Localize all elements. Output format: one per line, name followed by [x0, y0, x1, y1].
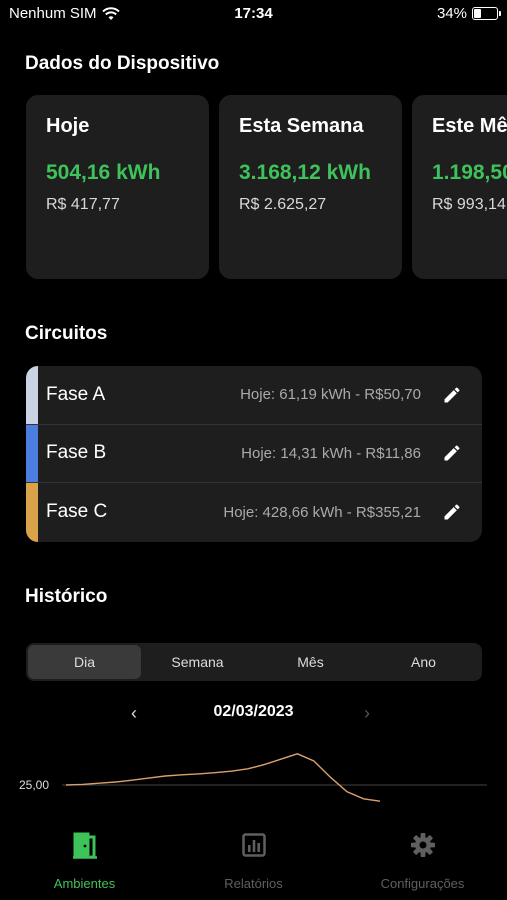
card-kwh: 1.198,50 kWh	[432, 161, 507, 184]
pencil-icon[interactable]	[442, 443, 462, 463]
history-period-tabs: Dia Semana Mês Ano	[26, 643, 482, 681]
y-axis-label: 25,00	[19, 778, 49, 792]
status-bar: Nenhum SIM 17:34 34%	[0, 0, 507, 28]
door-icon	[72, 832, 97, 859]
circuit-row-fase-a[interactable]: Fase A Hoje: 61,19 kWh - R$50,70	[26, 366, 482, 425]
nav-ambientes[interactable]: Ambientes	[0, 815, 169, 900]
tab-ano[interactable]: Ano	[367, 645, 480, 679]
circuits-list: Fase A Hoje: 61,19 kWh - R$50,70 Fase B …	[26, 366, 482, 542]
card-cost: R$ 417,77	[46, 196, 120, 213]
nav-configuracoes[interactable]: Configurações	[338, 815, 507, 900]
circuit-name: Fase A	[46, 383, 106, 405]
card-title: Hoje	[46, 115, 90, 137]
bottom-tab-bar: Ambientes Relatórios Configurações	[0, 815, 507, 900]
card-kwh: 504,16 kWh	[46, 161, 161, 184]
circuit-name: Fase C	[46, 501, 108, 523]
card-this-month[interactable]: Este Mês 1.198,50 kWh R$ 993,14	[412, 95, 507, 279]
battery-icon	[472, 7, 501, 20]
history-line-chart: 25,00	[19, 753, 487, 802]
selected-date: 02/03/2023	[213, 703, 294, 720]
circuit-row-fase-c[interactable]: Fase C Hoje: 428,66 kWh - R$355,21	[26, 483, 482, 542]
circuit-today-info: Hoje: 428,66 kWh - R$355,21	[223, 503, 421, 521]
report-chart-icon	[241, 833, 266, 857]
date-navigator: ‹ 02/03/2023 ›	[0, 700, 507, 726]
status-right: 34%	[436, 5, 501, 22]
summary-cards[interactable]: Hoje 504,16 kWh R$ 417,77 Esta Semana 3.…	[26, 95, 507, 279]
circuit-row-fase-b[interactable]: Fase B Hoje: 14,31 kWh - R$11,86	[26, 424, 482, 484]
battery-percent: 34%	[436, 5, 467, 22]
nav-relatorios[interactable]: Relatórios	[169, 815, 338, 900]
tab-dia[interactable]: Dia	[28, 645, 141, 679]
status-time: 17:34	[234, 5, 273, 22]
card-kwh: 3.168,12 kWh	[239, 161, 371, 184]
phase-color-bar	[26, 483, 38, 542]
card-this-week[interactable]: Esta Semana 3.168,12 kWh R$ 2.625,27	[219, 95, 402, 279]
card-today[interactable]: Hoje 504,16 kWh R$ 417,77	[26, 95, 209, 279]
card-title: Esta Semana	[239, 115, 364, 137]
card-cost: R$ 2.625,27	[239, 196, 327, 213]
tab-semana[interactable]: Semana	[141, 645, 254, 679]
device-section-title: Dados do Dispositivo	[25, 53, 220, 74]
circuit-name: Fase B	[46, 442, 107, 464]
nav-label: Relatórios	[224, 876, 283, 891]
pencil-icon[interactable]	[442, 502, 462, 522]
phase-color-bar	[26, 424, 38, 483]
consumption-line	[65, 753, 381, 802]
circuit-today-info: Hoje: 14,31 kWh - R$11,86	[241, 444, 421, 462]
tab-mes[interactable]: Mês	[254, 645, 367, 679]
card-title: Este Mês	[432, 115, 507, 137]
gear-icon	[410, 833, 435, 857]
circuit-today-info: Hoje: 61,19 kWh - R$50,70	[240, 386, 421, 404]
battery-fill	[474, 9, 482, 18]
pencil-icon[interactable]	[442, 385, 462, 405]
card-cost: R$ 993,14	[432, 196, 506, 213]
next-date-button[interactable]: ›	[364, 704, 370, 722]
history-section-title: Histórico	[25, 586, 108, 607]
circuits-section-title: Circuitos	[25, 323, 108, 344]
phase-color-bar	[26, 366, 38, 424]
nav-label: Ambientes	[53, 876, 116, 891]
nav-label: Configurações	[380, 876, 465, 891]
